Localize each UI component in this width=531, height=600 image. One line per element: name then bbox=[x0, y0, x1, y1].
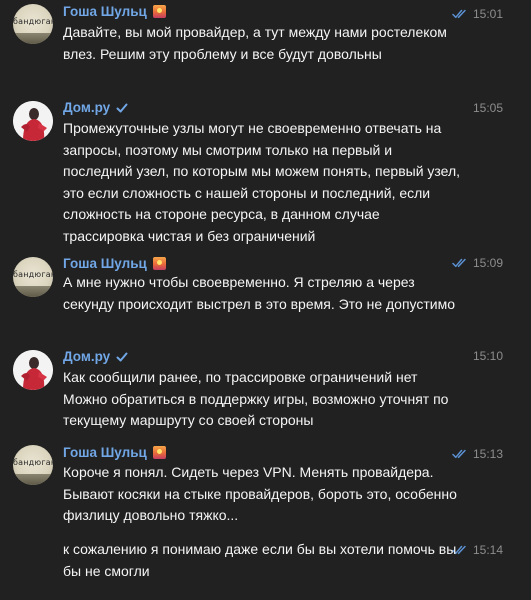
avatar[interactable] bbox=[13, 101, 53, 141]
message-text: к сожалению я понимаю даже если бы вы хо… bbox=[63, 541, 461, 579]
sunset-emoji-icon bbox=[152, 446, 166, 459]
domru-logo-icon bbox=[13, 101, 53, 141]
chat-message-feed: бандюган Гоша Шульц 15:01 Давайте, вы мо… bbox=[0, 0, 531, 600]
message-time: 15:01 bbox=[452, 7, 503, 21]
author-name[interactable]: Гоша Шульц bbox=[63, 445, 166, 460]
message-time: 15:10 bbox=[473, 349, 503, 363]
message-text: Как сообщили ранее, по трассировке огран… bbox=[63, 369, 449, 428]
time-label: 15:09 bbox=[472, 256, 503, 270]
avatar-caption: бандюган bbox=[13, 270, 53, 279]
avatar[interactable]: бандюган bbox=[13, 4, 53, 44]
sunset-emoji-icon bbox=[152, 257, 166, 270]
author-name[interactable]: Гоша Шульц bbox=[63, 4, 166, 19]
author-name[interactable]: Дом.ру bbox=[63, 349, 128, 364]
avatar-ground bbox=[13, 474, 53, 485]
author-name-label: Гоша Шульц bbox=[63, 256, 147, 271]
sunset-emoji-icon bbox=[152, 5, 166, 18]
time-label: 15:13 bbox=[472, 447, 503, 461]
avatar[interactable]: бандюган bbox=[13, 257, 53, 297]
avatar[interactable]: бандюган bbox=[13, 445, 53, 485]
author-name-label: Дом.ру bbox=[63, 100, 111, 115]
message-gosha-1513[interactable]: бандюган Гоша Шульц 15:13 Короче я понял… bbox=[0, 440, 531, 530]
message-time: 15:09 bbox=[452, 256, 503, 270]
verified-check-icon bbox=[116, 352, 128, 361]
time-label: 15:14 bbox=[472, 543, 503, 557]
message-time: 15:05 bbox=[473, 101, 503, 115]
message-text: А мне нужно чтобы своевременно. Я стреля… bbox=[63, 274, 456, 312]
verified-check-icon bbox=[116, 103, 128, 112]
avatar-caption: бандюган bbox=[13, 17, 53, 26]
time-label: 15:10 bbox=[472, 349, 503, 363]
avatar-ground bbox=[13, 33, 53, 44]
double-check-icon bbox=[452, 258, 466, 268]
avatar-caption: бандюган bbox=[13, 458, 53, 467]
double-check-icon bbox=[452, 449, 466, 459]
message-domru-1510[interactable]: Дом.ру 15:10 Как сообщили ранее, по трас… bbox=[0, 346, 531, 432]
message-gosha-1501[interactable]: бандюган Гоша Шульц 15:01 Давайте, вы мо… bbox=[0, 0, 531, 96]
avatar[interactable] bbox=[13, 350, 53, 390]
message-text: Короче я понял. Сидеть через VPN. Менять… bbox=[63, 464, 461, 523]
message-text: Давайте, вы мой провайдер, а тут между н… bbox=[63, 24, 451, 62]
message-text: Промежуточные узлы могут не своевременно… bbox=[63, 120, 464, 244]
author-name-label: Гоша Шульц bbox=[63, 445, 147, 460]
author-name[interactable]: Дом.ру bbox=[63, 100, 128, 115]
author-name-label: Дом.ру bbox=[63, 349, 111, 364]
time-label: 15:05 bbox=[472, 101, 503, 115]
time-label: 15:01 bbox=[472, 7, 503, 21]
domru-logo-icon bbox=[13, 350, 53, 390]
message-domru-1505[interactable]: Дом.ру 15:05 Промежуточные узлы могут не… bbox=[0, 96, 531, 246]
double-check-icon bbox=[452, 9, 466, 19]
author-name[interactable]: Гоша Шульц bbox=[63, 256, 166, 271]
message-gosha-1509[interactable]: бандюган Гоша Шульц 15:09 А мне нужно чт… bbox=[0, 252, 531, 342]
message-gosha-1514[interactable]: 15:14 к сожалению я понимаю даже если бы… bbox=[0, 535, 531, 595]
author-name-label: Гоша Шульц bbox=[63, 4, 147, 19]
message-time: 15:13 bbox=[452, 447, 503, 461]
avatar-ground bbox=[13, 286, 53, 297]
